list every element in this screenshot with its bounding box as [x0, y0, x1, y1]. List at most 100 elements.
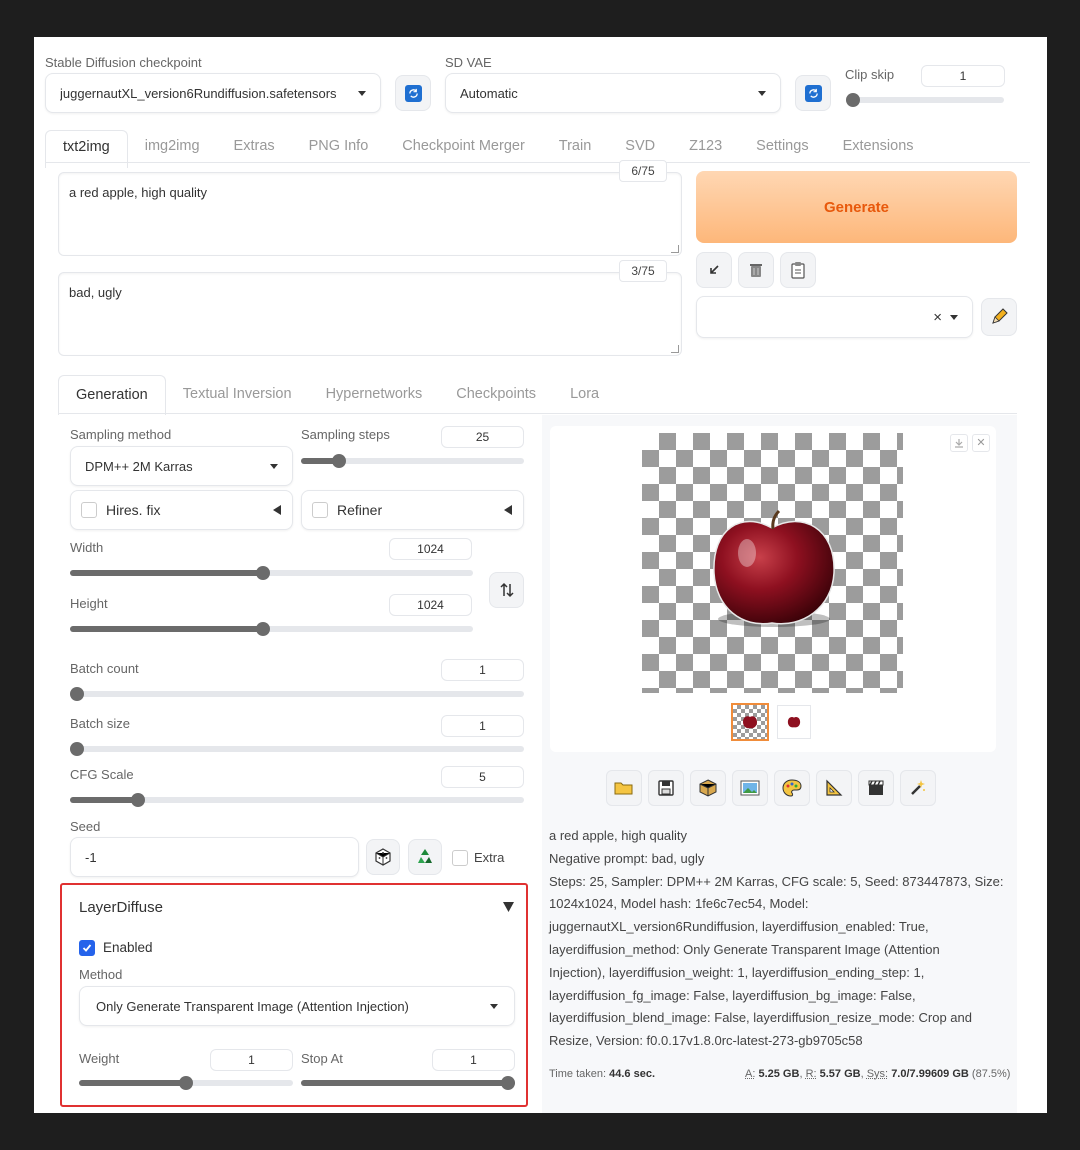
save-button[interactable]: [648, 770, 684, 806]
styles-dropdown[interactable]: ×: [696, 296, 973, 338]
hires-fix-accordion[interactable]: Hires. fix: [70, 490, 293, 530]
slider-thumb[interactable]: [501, 1076, 515, 1090]
slider-thumb[interactable]: [331, 454, 346, 468]
batch-count-input[interactable]: 1: [441, 659, 524, 681]
negative-prompt-textarea[interactable]: bad, ugly: [58, 272, 682, 356]
apply-styles-button[interactable]: [780, 252, 816, 288]
triangle-down-icon[interactable]: [503, 902, 514, 912]
batch-size-slider[interactable]: [70, 742, 524, 756]
sampling-method-dropdown[interactable]: DPM++ 2M Karras: [70, 446, 293, 486]
tab-lora[interactable]: Lora: [553, 375, 616, 415]
resize-handle[interactable]: [671, 345, 679, 353]
slider-thumb[interactable]: [70, 687, 84, 701]
checkpoint-dropdown[interactable]: juggernautXL_version6Rundiffusion.safete…: [45, 73, 381, 113]
prompt-textarea[interactable]: a red apple, high quality: [58, 172, 682, 256]
refresh-checkpoint-button[interactable]: [395, 75, 431, 111]
send-to-inpaint-button[interactable]: [774, 770, 810, 806]
slider-thumb[interactable]: [256, 622, 271, 636]
seed-input[interactable]: -1: [70, 837, 359, 877]
clip-skip-slider[interactable]: [846, 93, 1004, 107]
cfg-scale-label: CFG Scale: [70, 767, 134, 782]
sampling-steps-label: Sampling steps: [301, 427, 390, 442]
layerdiffuse-weight-input[interactable]: 1: [210, 1049, 293, 1071]
cfg-scale-slider[interactable]: [70, 793, 524, 807]
arrow-down-left-icon: [710, 265, 719, 274]
open-folder-button[interactable]: [606, 770, 642, 806]
clear-prompt-button[interactable]: [738, 252, 774, 288]
output-image[interactable]: [642, 433, 903, 693]
layerdiffuse-stop-at-label: Stop At: [301, 1051, 343, 1066]
info-line: Negative prompt: bad, ugly: [549, 850, 705, 866]
cfg-scale-input[interactable]: 5: [441, 766, 524, 788]
width-slider[interactable]: [70, 566, 473, 580]
prompt-token-counter: 6/75: [619, 160, 667, 182]
layerdiffuse-enabled-checkbox[interactable]: [79, 940, 95, 956]
layerdiffuse-stop-at-input[interactable]: 1: [432, 1049, 515, 1071]
batch-count-slider[interactable]: [70, 687, 524, 701]
apple-thumbnail-icon: [743, 716, 757, 729]
info-line: juggernautXL_version6Rundiffusion, layer…: [549, 919, 929, 935]
mem-sys-value: 7.0/7.99609 GB: [891, 1068, 969, 1080]
webui-app: Stable Diffusion checkpoint juggernautXL…: [34, 37, 1047, 1113]
memory-stats: A: 5.25 GB, R: 5.57 GB, Sys: 7.0/7.99609…: [745, 1068, 1011, 1080]
send-to-img2img-button[interactable]: [732, 770, 768, 806]
layerdiffuse-method-value: Only Generate Transparent Image (Attenti…: [96, 998, 409, 1014]
send-to-svd-button[interactable]: [858, 770, 894, 806]
info-line: Steps: 25, Sampler: DPM++ 2M Karras, CFG…: [549, 873, 1004, 889]
layerdiffuse-weight-slider[interactable]: [79, 1076, 293, 1090]
hires-fix-checkbox[interactable]: [81, 502, 97, 518]
refiner-checkbox[interactable]: [312, 502, 328, 518]
seed-value: -1: [85, 849, 97, 865]
height-slider[interactable]: [70, 622, 473, 636]
tab-textual-inversion[interactable]: Textual Inversion: [166, 375, 309, 415]
gallery-thumbnail-1[interactable]: [731, 703, 769, 741]
info-line: Resize, Version: f0.0.17v1.8.0rc-latest-…: [549, 1033, 863, 1049]
mem-r-label: R:: [805, 1068, 817, 1080]
chevron-down-icon: [358, 90, 366, 96]
slider-thumb[interactable]: [70, 742, 84, 756]
magic-button[interactable]: [900, 770, 936, 806]
layerdiffuse-method-label: Method: [79, 967, 123, 982]
refiner-accordion[interactable]: Refiner: [301, 490, 524, 530]
vae-value: Automatic: [460, 85, 518, 101]
refresh-vae-button[interactable]: [795, 75, 831, 111]
batch-size-label: Batch size: [70, 716, 130, 731]
sampling-steps-slider[interactable]: [301, 454, 524, 468]
swap-dimensions-button[interactable]: [489, 572, 524, 608]
refresh-icon: [404, 84, 422, 102]
send-to-extras-button[interactable]: [816, 770, 852, 806]
download-icon[interactable]: [950, 434, 968, 452]
magic-wand-icon: [911, 780, 925, 795]
batch-size-input[interactable]: 1: [441, 715, 524, 737]
layerdiffuse-stop-at-slider[interactable]: [301, 1076, 515, 1090]
clear-icon[interactable]: ×: [933, 309, 942, 326]
clip-skip-input[interactable]: 1: [921, 65, 1005, 87]
slider-thumb[interactable]: [846, 93, 860, 107]
triangle-left-icon: [273, 505, 281, 515]
height-input[interactable]: 1024: [389, 594, 472, 616]
width-input[interactable]: 1024: [389, 538, 472, 560]
slider-thumb[interactable]: [131, 793, 146, 807]
edit-styles-button[interactable]: [981, 298, 1017, 336]
close-icon[interactable]: ✕: [972, 434, 990, 452]
tab-divider: [45, 162, 1030, 163]
tab-checkpoints[interactable]: Checkpoints: [439, 375, 553, 415]
mem-sys-label: Sys:: [866, 1068, 889, 1080]
slider-thumb[interactable]: [256, 566, 271, 580]
zip-button[interactable]: [690, 770, 726, 806]
info-line: layerdiffusion_blend_image: False, layer…: [549, 1010, 972, 1026]
resize-handle[interactable]: [671, 245, 679, 253]
extra-seed-checkbox[interactable]: [452, 850, 468, 866]
folder-icon: [614, 782, 633, 795]
tab-generation[interactable]: Generation: [58, 375, 166, 415]
reuse-seed-button[interactable]: [408, 839, 442, 875]
read-params-button[interactable]: [696, 252, 732, 288]
layerdiffuse-method-dropdown[interactable]: Only Generate Transparent Image (Attenti…: [79, 986, 515, 1026]
generate-button[interactable]: Generate: [696, 171, 1017, 243]
tab-hypernetworks[interactable]: Hypernetworks: [309, 375, 440, 415]
slider-thumb[interactable]: [179, 1076, 193, 1090]
random-seed-button[interactable]: [366, 839, 400, 875]
sampling-steps-input[interactable]: 25: [441, 426, 524, 448]
vae-dropdown[interactable]: Automatic: [445, 73, 781, 113]
gallery-thumbnail-2[interactable]: [777, 705, 811, 739]
